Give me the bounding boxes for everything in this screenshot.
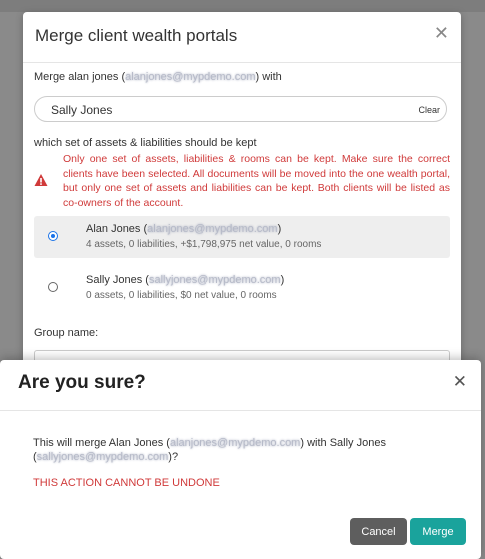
keep-option-sally[interactable]: Sally Jones (sallyjones@mypdemo.com) 0 a… xyxy=(34,267,450,309)
merge-modal-header: Merge client wealth portals ✕ xyxy=(23,12,461,63)
cancel-button[interactable]: Cancel xyxy=(350,518,407,545)
keep-option-sally-summary: 0 assets, 0 liabilities, $0 net value, 0… xyxy=(86,290,277,301)
merge-source-line: Merge alan jones (alanjones@mypdemo.com)… xyxy=(34,71,282,83)
keep-option-alan-radio[interactable] xyxy=(48,231,58,241)
confirm-merge-modal: Are you sure? ✕ This will merge Alan Jon… xyxy=(0,360,481,559)
confirm-modal-message: This will merge Alan Jones (alanjones@my… xyxy=(33,437,386,463)
merge-portals-modal: Merge client wealth portals ✕ Merge alan… xyxy=(23,12,461,382)
confirm-modal-title: Are you sure? xyxy=(18,372,146,393)
keep-option-sally-radio[interactable] xyxy=(48,282,58,292)
keep-option-alan-name: Alan Jones (alanjones@mypdemo.com) xyxy=(86,223,282,235)
keep-option-alan-summary: 4 assets, 0 liabilities, +$1,798,975 net… xyxy=(86,239,322,250)
warning-icon xyxy=(34,174,48,186)
undo-warning: THIS ACTION CANNOT BE UNDONE xyxy=(33,477,220,489)
merge-modal-close-icon[interactable]: ✕ xyxy=(434,24,449,42)
keep-option-alan[interactable]: Alan Jones (alanjones@mypdemo.com) 4 ass… xyxy=(34,216,450,258)
confirm-modal-close-icon[interactable]: ✕ xyxy=(453,372,467,392)
merge-modal-title: Merge client wealth portals xyxy=(35,26,238,45)
merge-prefix: Merge alan jones ( xyxy=(34,71,126,83)
clear-button[interactable]: Clear xyxy=(418,105,440,115)
keep-set-label: which set of assets & liabilities should… xyxy=(34,137,257,149)
keep-set-warning: Only one set of assets, liabilities & ro… xyxy=(63,153,450,210)
keep-option-sally-name: Sally Jones (sallyjones@mypdemo.com) xyxy=(86,274,285,286)
group-name-label: Group name: xyxy=(34,327,99,339)
merge-button[interactable]: Merge xyxy=(410,518,466,545)
confirm-modal-header: Are you sure? ✕ xyxy=(0,360,481,411)
target-client-select[interactable]: Sally Jones Clear xyxy=(34,96,447,122)
background-header xyxy=(0,0,485,12)
target-client-value: Sally Jones xyxy=(51,103,113,117)
merge-source-email: alanjones@mypdemo.com xyxy=(125,71,256,83)
merge-suffix: ) with xyxy=(255,71,282,83)
